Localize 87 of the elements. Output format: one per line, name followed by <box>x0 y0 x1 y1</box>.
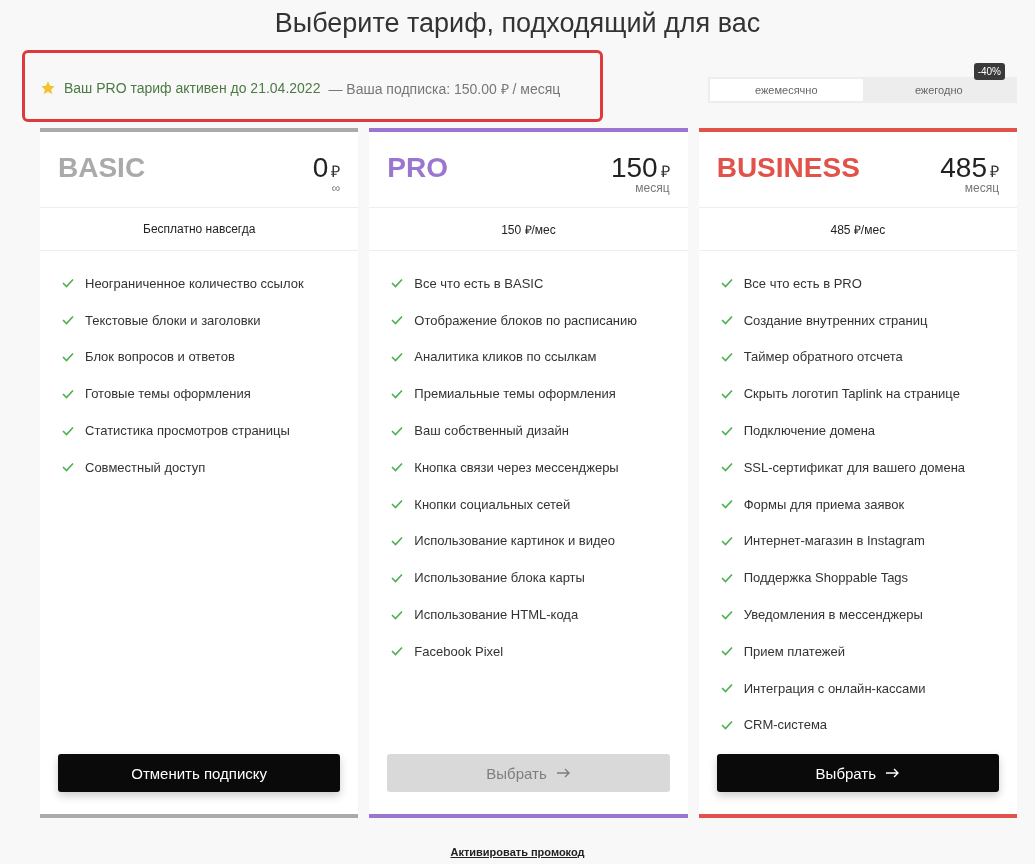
feature-text: Статистика просмотров страницы <box>85 423 290 439</box>
feature-text: Все что есть в BASIC <box>414 275 544 291</box>
plan-name: BASIC <box>58 152 146 185</box>
check-icon <box>391 499 404 510</box>
plan-subtitle: 150 ₽/мес <box>369 208 688 251</box>
feature-text: Подключение домена <box>743 423 876 439</box>
check-icon <box>720 646 733 657</box>
check-icon <box>391 278 404 289</box>
plan-name: BUSINESS <box>716 152 860 185</box>
check-icon <box>720 352 733 362</box>
arrow-right-icon <box>886 768 901 778</box>
check-icon <box>720 609 733 620</box>
feature-text: Уведомления в мессенджеры <box>743 607 923 623</box>
feature-text: Неограниченное количество ссылок <box>85 275 304 291</box>
subscription-status: Ваш PRO тариф активен до 21.04.2022 <box>64 80 321 96</box>
check-icon <box>391 646 404 657</box>
star-icon <box>40 80 56 96</box>
feature-text: Кнопка связи через мессенджеры <box>414 459 619 475</box>
arrow-right-icon <box>556 768 571 778</box>
feature-text: Facebook Pixel <box>414 643 504 659</box>
promo-code-link[interactable]: Активировать промокод <box>450 846 585 858</box>
subscription-price: — Ваша подписка: 150.00 ₽ / месяц <box>328 79 561 98</box>
feature-text: Премиальные темы оформления <box>414 386 616 402</box>
feature-text: Кнопки социальных сетей <box>414 496 571 512</box>
price-amount: 0 <box>312 152 329 184</box>
check-icon <box>720 535 733 546</box>
billing-option[interactable]: ежемесячно <box>710 79 863 101</box>
feature-text: Аналитика кликов по ссылкам <box>414 349 597 365</box>
check-icon <box>720 572 733 583</box>
check-icon <box>720 719 733 730</box>
cancel-subscription-button[interactable]: Отменить подписку <box>58 754 341 792</box>
feature-text: Интеграция с онлайн-кассами <box>743 680 926 696</box>
feature-text: Использование блока карты <box>414 570 585 586</box>
check-icon <box>391 535 404 546</box>
feature-text: Блок вопросов и ответов <box>85 349 235 365</box>
feature-text: Все что есть в PRO <box>743 275 862 291</box>
feature-text: Таймер обратного отсчета <box>743 349 903 365</box>
check-icon <box>62 388 74 399</box>
check-icon <box>391 609 404 620</box>
check-icon <box>391 572 404 583</box>
feature-text: Использование HTML-кода <box>414 607 579 623</box>
discount-badge: -40% <box>973 63 1005 80</box>
check-icon <box>720 683 733 694</box>
plan-subtitle: 485 ₽/мес <box>698 208 1017 251</box>
check-icon <box>62 278 74 289</box>
feature-text: Ваш собственный дизайн <box>414 423 569 439</box>
check-icon <box>391 315 404 326</box>
feature-text: CRM-система <box>743 717 828 733</box>
currency: ₽ <box>990 162 999 182</box>
check-icon <box>62 462 74 473</box>
feature-text: SSL-сертификат для вашего домена <box>743 459 966 475</box>
check-icon <box>62 315 74 326</box>
page-title: Выберите тариф, подходящий для вас <box>273 7 762 40</box>
check-icon <box>720 315 733 326</box>
plan-subtitle: Бесплатно навсегда <box>40 208 359 251</box>
select-plan-button[interactable]: Выбрать <box>716 754 999 792</box>
check-icon <box>720 462 733 473</box>
feature-text: Интернет-магазин в Instagram <box>743 533 925 549</box>
feature-text: Формы для приема заявок <box>743 496 905 512</box>
feature-text: Текстовые блоки и заголовки <box>85 312 261 328</box>
check-icon <box>62 352 74 362</box>
feature-text: Совместный доступ <box>85 459 206 475</box>
price-amount: 150 <box>610 152 658 184</box>
feature-text: Использование картинок и видео <box>414 533 615 549</box>
check-icon <box>720 499 733 510</box>
check-icon <box>391 352 404 362</box>
price-period: месяц <box>635 181 670 195</box>
check-icon <box>62 425 74 436</box>
check-icon <box>720 425 733 436</box>
currency: ₽ <box>331 162 341 182</box>
billing-option[interactable]: ежегодно <box>862 79 1015 101</box>
check-icon <box>391 462 404 473</box>
feature-text: Поддержка Shoppable Tags <box>743 570 909 586</box>
plan-name: PRO <box>387 152 448 185</box>
check-icon <box>720 278 733 289</box>
price-amount: 485 <box>940 152 987 184</box>
feature-text: Прием платежей <box>743 643 845 659</box>
currency: ₽ <box>660 162 670 182</box>
price-period: месяц <box>964 181 999 195</box>
price-period: ∞ <box>331 181 341 195</box>
check-icon <box>391 425 404 436</box>
check-icon <box>720 388 733 399</box>
feature-text: Скрыть логотип Taplink на странице <box>743 386 960 402</box>
feature-text: Отображение блоков по расписанию <box>414 312 638 328</box>
check-icon <box>391 388 404 399</box>
feature-text: Готовые темы оформления <box>85 386 251 402</box>
feature-text: Создание внутренних страниц <box>743 312 928 328</box>
